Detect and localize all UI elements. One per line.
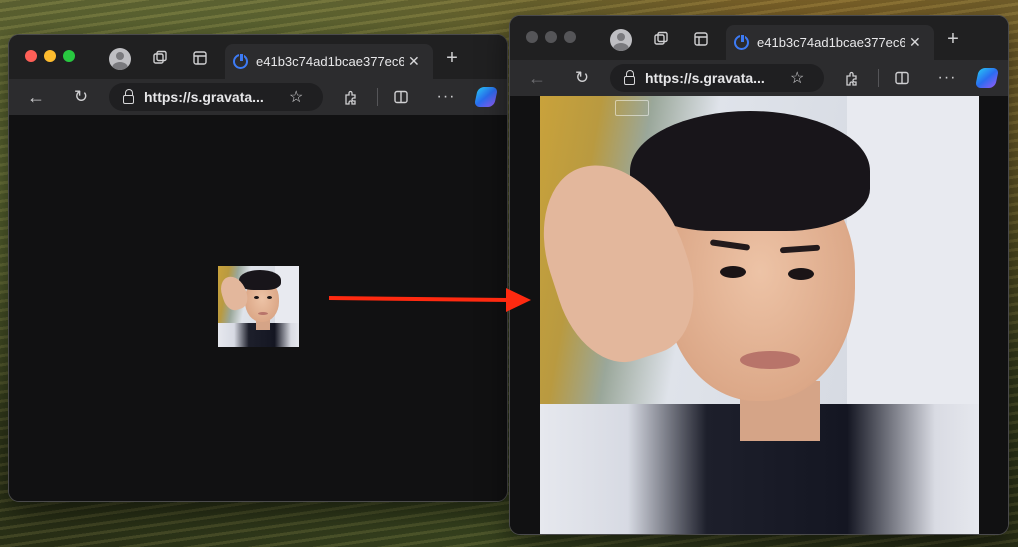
red-arrow [328, 288, 531, 312]
